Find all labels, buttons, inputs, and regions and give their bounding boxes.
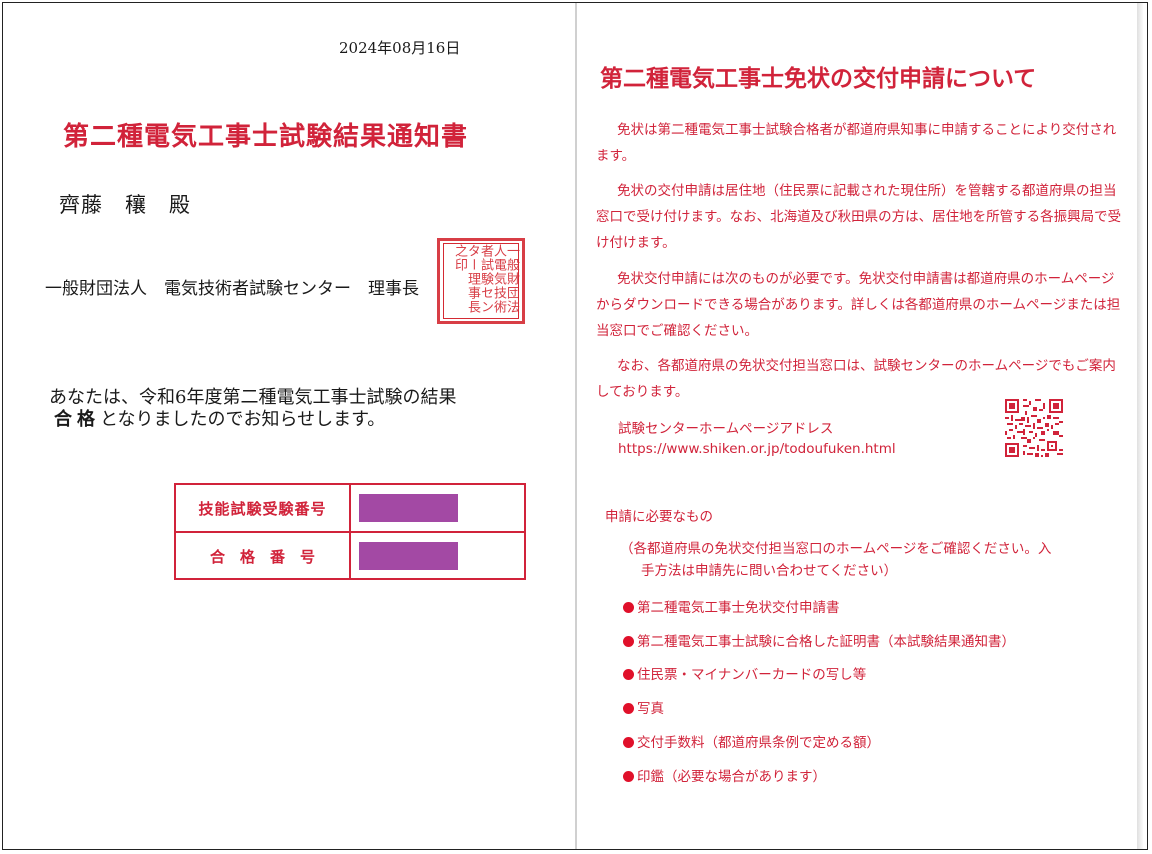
paragraph-3: 免状交付申請には次のものが必要です。免状交付申請書は都道府県のホームページからダ… <box>596 271 1121 339</box>
notice-title: 第二種電気工事士試験結果通知書 <box>63 122 469 152</box>
pass-number-redacted <box>359 542 458 570</box>
exam-number-redacted <box>359 494 458 522</box>
paragraph-2: 免状の交付申請は居住地（住民票に記載された現住所）を管轄する都道府県の担当窓口で… <box>596 183 1122 251</box>
qr-code-icon[interactable] <box>1005 399 1063 457</box>
requirement-item: 交付手数料（都道府県条例で定める額） <box>623 731 880 751</box>
pass-number-row: 合格番号 <box>176 533 524 579</box>
requirements-heading: 申請に必要なもの <box>605 509 713 525</box>
bullet-icon <box>623 703 634 714</box>
license-application-page: 第二種電気工事士免状の交付申請について 免状は第二種電気工事士試験合格者が都道府… <box>577 3 1141 849</box>
requirements-note-line2: 手方法は申請先に問い合わせてください） <box>641 563 898 579</box>
issuer-name: 一般財団法人 電気技術者試験センター 理事長 <box>45 279 419 299</box>
issue-date: 2024年08月16日 <box>339 39 461 57</box>
number-table: 技能試験受験番号 合格番号 <box>174 483 526 580</box>
application-title: 第二種電気工事士免状の交付申請について <box>600 66 1037 92</box>
requirements-note: （各都道府県の免状交付担当窓口のホームページをご確認ください。入 手方法は申請先… <box>620 538 1120 582</box>
requirement-item: 第二種電気工事士免状交付申請書 <box>623 596 840 616</box>
website-url[interactable]: https://www.shiken.or.jp/todoufuken.html <box>618 441 896 457</box>
requirement-item: 第二種電気工事士試験に合格した証明書（本試験結果通知書） <box>623 630 1015 650</box>
bullet-icon <box>623 602 634 613</box>
bullet-icon <box>623 737 634 748</box>
bullet-icon <box>623 636 634 647</box>
requirement-item: 住民票・マイナンバーカードの写し等 <box>623 663 866 683</box>
recipient-name: 齊藤 穰 殿 <box>59 193 191 217</box>
result-sentence-line2: 合格となりましたのでお知らせします。 <box>54 405 385 431</box>
bullet-icon <box>623 669 634 680</box>
page-edge-shadow <box>1137 3 1143 849</box>
pass-number-label: 合格番号 <box>176 533 351 579</box>
exam-number-row: 技能試験受験番号 <box>176 485 524 533</box>
website-address-label: 試験センターホームページアドレス <box>618 421 834 437</box>
result-sentence-rest: となりましたのでお知らせします。 <box>100 409 386 430</box>
requirements-note-line1: （各都道府県の免状交付担当窓口のホームページをご確認ください。入 <box>620 541 1052 557</box>
official-seal: 一般財団法人電気技術者試験センター理事長之印 <box>437 238 525 324</box>
requirement-item: 写真 <box>623 697 664 717</box>
requirement-item: 印鑑（必要な場合があります） <box>623 765 826 785</box>
exam-number-label: 技能試験受験番号 <box>176 485 351 531</box>
bullet-icon <box>623 771 634 782</box>
pass-word: 合格 <box>54 409 100 430</box>
paragraph-1: 免状は第二種電気工事士試験合格者が都道府県知事に申請することにより交付されます。 <box>596 122 1117 164</box>
paragraph-4: なお、各都道府県の免状交付担当窓口は、試験センターのホームページでもご案内してお… <box>596 358 1116 400</box>
result-notice-page: 2024年08月16日 第二種電気工事士試験結果通知書 齊藤 穰 殿 一般財団法… <box>3 3 575 849</box>
